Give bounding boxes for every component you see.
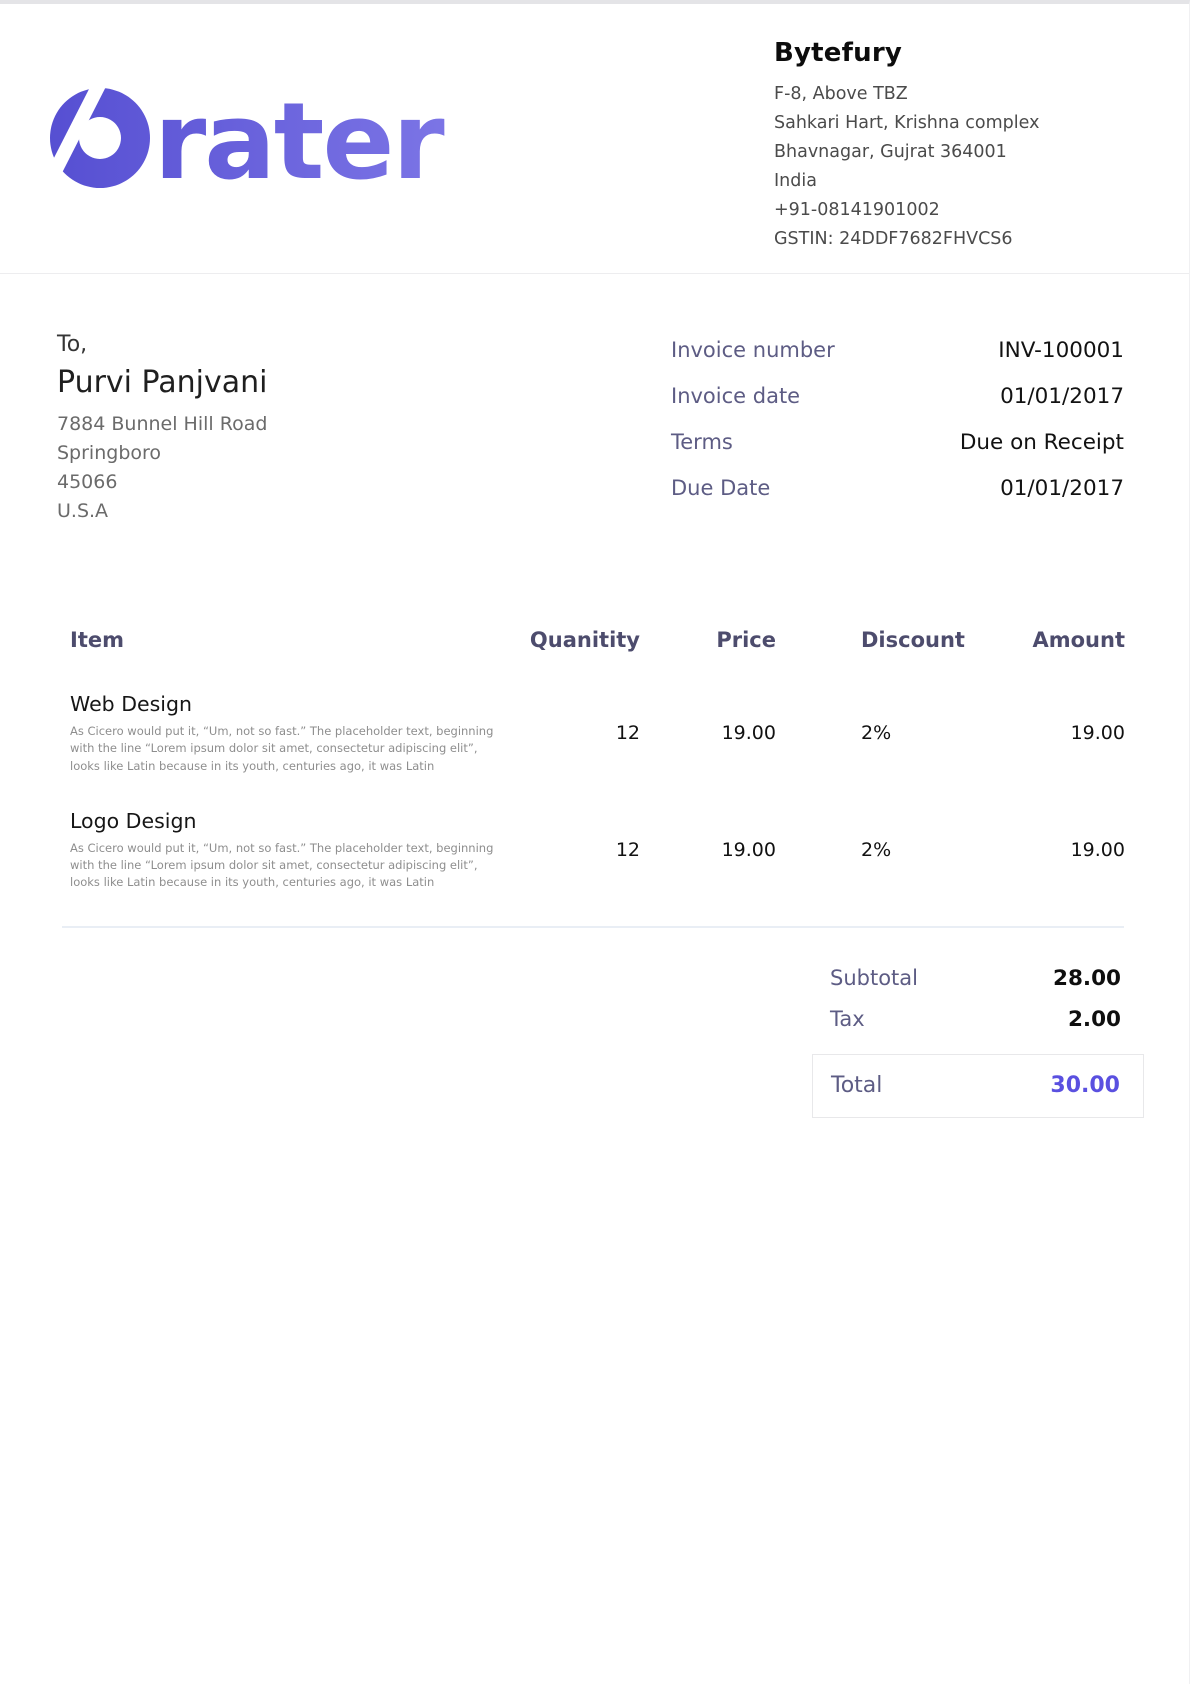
bill-to-address: 7884 Bunnel Hill Road Springboro 45066 U…: [57, 410, 268, 526]
company-block: Bytefury F-8, Above TBZ Sahkari Hart, Kr…: [774, 38, 1124, 254]
invoice-number-label: Invoice number: [671, 338, 835, 362]
item-quantity: 12: [510, 722, 640, 744]
invoice-number-row: Invoice number INV-100001: [671, 338, 1124, 363]
terms-row: Terms Due on Receipt: [671, 430, 1124, 455]
item-description: As Cicero would put it, “Um, not so fast…: [70, 840, 496, 892]
address-section: To, Purvi Panjvani 7884 Bunnel Hill Road…: [0, 274, 1189, 526]
invoice-date-value: 01/01/2017: [1000, 384, 1124, 409]
bill-to-block: To, Purvi Panjvani 7884 Bunnel Hill Road…: [57, 332, 268, 526]
terms-value: Due on Receipt: [960, 430, 1124, 455]
subtotal-label: Subtotal: [830, 966, 918, 990]
company-address-line: Bhavnagar, Gujrat 364001: [774, 138, 1124, 167]
item-name: Web Design: [70, 692, 496, 716]
company-phone: +91-08141901002: [774, 196, 1124, 225]
due-date-label: Due Date: [671, 476, 770, 500]
bill-to-prefix: To,: [57, 332, 268, 357]
item-description: As Cicero would put it, “Um, not so fast…: [70, 723, 496, 775]
invoice-date-row: Invoice date 01/01/2017: [671, 384, 1124, 409]
totals-block: Subtotal 28.00 Tax 2.00 Total 30.00: [812, 966, 1144, 1118]
item-discount: 2%: [776, 722, 963, 744]
col-header-discount: Discount: [776, 628, 963, 652]
company-address: F-8, Above TBZ Sahkari Hart, Krishna com…: [774, 80, 1124, 254]
due-date-row: Due Date 01/01/2017: [671, 476, 1124, 501]
item-name: Logo Design: [70, 809, 496, 833]
items-table: Item Quanitity Price Discount Amount Web…: [0, 628, 1189, 892]
terms-label: Terms: [671, 430, 733, 454]
col-header-price: Price: [640, 628, 776, 652]
crater-c-glyph: [48, 72, 150, 192]
bill-to-name: Purvi Panjvani: [57, 365, 268, 400]
bill-to-address-line: Springboro: [57, 439, 268, 468]
items-table-header: Item Quanitity Price Discount Amount: [70, 628, 1124, 652]
company-address-line: India: [774, 167, 1124, 196]
bill-to-address-line: 7884 Bunnel Hill Road: [57, 410, 268, 439]
total-box: Total 30.00: [812, 1054, 1144, 1118]
crater-logo: rater: [48, 72, 493, 196]
tax-label: Tax: [830, 1007, 865, 1031]
company-gstin: GSTIN: 24DDF7682FHVCS6: [774, 225, 1124, 254]
items-divider: [62, 926, 1124, 928]
invoice-meta: Invoice number INV-100001 Invoice date 0…: [671, 338, 1124, 526]
company-address-line: F-8, Above TBZ: [774, 80, 1124, 109]
crater-logo-mark: rater: [48, 72, 493, 192]
item-quantity: 12: [510, 839, 640, 861]
table-row: Logo Design As Cicero would put it, “Um,…: [70, 809, 1124, 892]
item-discount: 2%: [776, 839, 963, 861]
invoice-header: rater Bytefury F-8, Above TBZ Sahkari Ha…: [0, 4, 1189, 274]
table-row: Web Design As Cicero would put it, “Um, …: [70, 692, 1124, 775]
item-cell: Logo Design As Cicero would put it, “Um,…: [70, 809, 510, 892]
due-date-value: 01/01/2017: [1000, 476, 1124, 501]
invoice-number-value: INV-100001: [998, 338, 1124, 363]
invoice-date-label: Invoice date: [671, 384, 800, 408]
item-price: 19.00: [640, 722, 776, 744]
total-label: Total: [831, 1073, 882, 1098]
bill-to-address-line: U.S.A: [57, 497, 268, 526]
item-amount: 19.00: [963, 722, 1125, 744]
tax-value: 2.00: [1068, 1007, 1121, 1032]
total-value: 30.00: [1050, 1073, 1120, 1098]
col-header-item: Item: [70, 628, 510, 652]
company-name: Bytefury: [774, 38, 1124, 68]
item-amount: 19.00: [963, 839, 1125, 861]
company-address-line: Sahkari Hart, Krishna complex: [774, 109, 1124, 138]
col-header-quantity: Quanitity: [510, 628, 640, 652]
item-cell: Web Design As Cicero would put it, “Um, …: [70, 692, 510, 775]
subtotal-value: 28.00: [1053, 966, 1121, 991]
tax-row: Tax 2.00: [812, 1007, 1144, 1032]
subtotal-row: Subtotal 28.00: [812, 966, 1144, 991]
bill-to-address-line: 45066: [57, 468, 268, 497]
invoice-page: rater Bytefury F-8, Above TBZ Sahkari Ha…: [0, 0, 1190, 1684]
crater-logo-text: rater: [154, 80, 444, 192]
item-price: 19.00: [640, 839, 776, 861]
col-header-amount: Amount: [963, 628, 1125, 652]
